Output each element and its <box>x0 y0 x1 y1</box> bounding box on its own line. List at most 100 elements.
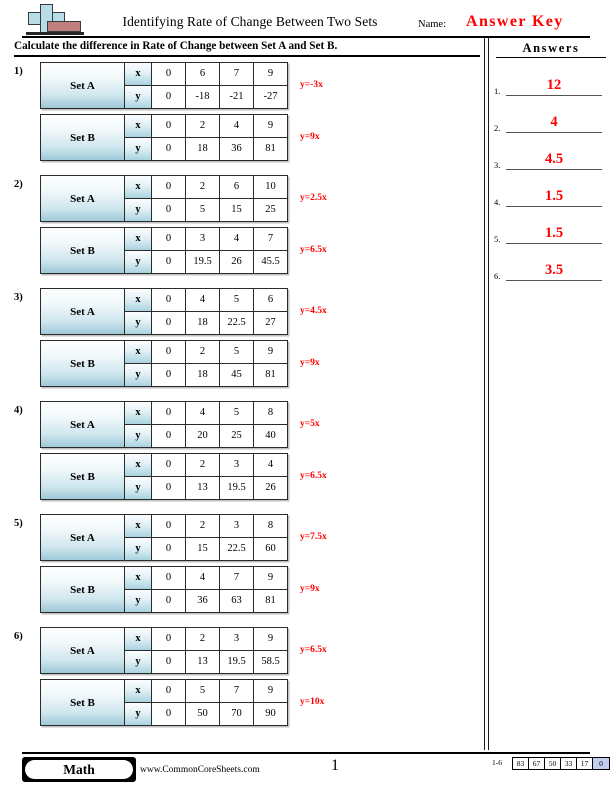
instruction-text: Calculate the difference in Rate of Chan… <box>14 40 338 52</box>
table-cell: 6 <box>254 289 287 311</box>
set-label: Set A <box>41 63 125 108</box>
table-cell: 36 <box>220 137 254 160</box>
set-rows: x 0 4 5 6 y 0 18 22.5 27 <box>125 289 287 334</box>
table-cell: 0 <box>152 289 186 311</box>
answer-number: 3. <box>494 160 501 170</box>
set-label: Set B <box>41 567 125 612</box>
table-cell: 0 <box>152 341 186 363</box>
table-cell: 4 <box>220 228 254 250</box>
rate-of-change-equation: y=9x <box>300 358 320 368</box>
set-label: Set B <box>41 341 125 386</box>
table-cell: 0 <box>152 228 186 250</box>
set-table: Set Bx 0 4 7 9 y 0 36 63 81 <box>40 566 288 613</box>
table-cell: 26 <box>220 250 254 273</box>
table-cell: 15 <box>220 198 254 221</box>
score-range-label: 1-6 <box>492 758 502 767</box>
score-cell: 17 <box>577 758 593 769</box>
table-row: x0479 <box>125 567 287 590</box>
set-rows: x 0 2 5 9 y 0 18 45 81 <box>125 341 287 386</box>
row-header-cell: x <box>125 228 152 250</box>
table-cell: 0 <box>152 628 186 650</box>
answer-row: 6. 3.5 <box>494 253 606 281</box>
answers-heading: Answers <box>496 41 606 58</box>
rate-of-change-equation: y=9x <box>300 132 320 142</box>
table-row: x0234 <box>125 454 287 477</box>
table-cell: 18 <box>186 311 220 334</box>
table-cell: -21 <box>220 85 254 108</box>
answer-row: 3. 4.5 <box>494 142 606 170</box>
row-header-cell: y <box>125 589 152 612</box>
row-header-cell: x <box>125 63 152 85</box>
table-row: y 0 15 22.5 60 <box>125 537 287 560</box>
table-cell: 3 <box>220 454 254 476</box>
table-cell: 6 <box>186 63 220 85</box>
row-header-cell: x <box>125 454 152 476</box>
table-cell: 18 <box>186 363 220 386</box>
score-cell: 33 <box>561 758 577 769</box>
table-row: x0679 <box>125 63 287 86</box>
table-cell: 5 <box>220 402 254 424</box>
page-number: 1 <box>331 757 339 774</box>
set-table: Set Bx 0 2 4 9 y 0 18 36 81 <box>40 114 288 161</box>
table-cell: 45.5 <box>254 250 287 273</box>
table-row: x0456 <box>125 289 287 312</box>
table-cell: 0 <box>152 702 186 725</box>
table-cell: 19.5 <box>220 476 254 499</box>
table-row: x 0 2 6 10 <box>125 176 287 199</box>
problem-item: 6) Set Ax 0 2 3 9 y 0 13 19.5 58.5 y=6.5x Set Bx0579… <box>14 627 474 727</box>
set-rows: x 0 2 6 10 y 0 5 15 25 <box>125 176 287 221</box>
header-divider <box>22 36 590 39</box>
problem-item: 5) Set Ax 0 2 3 8 y 0 15 22.5 60 y=7.5x Set Bx0479y0… <box>14 514 474 614</box>
set-table: Set Ax 0 2 3 9 y 0 13 19.5 58.5 <box>40 627 288 674</box>
table-cell: 40 <box>254 424 287 447</box>
set-rows: x 0 2 3 8 y 0 15 22.5 60 <box>125 515 287 560</box>
problem-item: 4) Set Ax 0 4 5 8 y 0 20 25 40 y=5x Set Bx 0 2 3 4 y 0 13 19… <box>14 401 474 501</box>
table-row: y 0 19.5 26 45.5 <box>125 250 287 273</box>
set-rows: x 0 4 5 8 y 0 20 25 40 <box>125 402 287 447</box>
row-header-cell: y <box>125 650 152 673</box>
answer-value: 3.5 <box>544 262 564 278</box>
table-cell: 2 <box>186 341 220 363</box>
row-header-cell: y <box>125 476 152 499</box>
row-header-cell: x <box>125 515 152 537</box>
table-cell: 7 <box>220 567 254 589</box>
set-label: Set A <box>41 176 125 221</box>
table-cell: 81 <box>254 137 287 160</box>
site-url[interactable]: www.CommonCoreSheets.com <box>140 765 260 775</box>
set-rows: x 0 6 7 9 y 0 -18 -21 -27 <box>125 63 287 108</box>
answer-row: 2. 4 <box>494 105 606 133</box>
table-cell: -27 <box>254 85 287 108</box>
row-header-cell: x <box>125 289 152 311</box>
answer-blank-line <box>506 169 602 170</box>
table-cell: 9 <box>254 115 287 137</box>
row-header-cell: x <box>125 567 152 589</box>
score-cell: 50 <box>545 758 561 769</box>
table-cell: 22.5 <box>220 537 254 560</box>
answer-value: 4 <box>550 114 558 130</box>
row-header-cell: y <box>125 537 152 560</box>
table-cell: 0 <box>152 63 186 85</box>
row-header-cell: x <box>125 341 152 363</box>
table-cell: 2 <box>186 515 220 537</box>
table-cell: 5 <box>220 289 254 311</box>
table-row: x0249 <box>125 115 287 138</box>
subject-badge-label: Math <box>25 760 133 779</box>
table-cell: 13 <box>186 650 220 673</box>
name-label: Name: <box>418 19 446 30</box>
table-cell: 4 <box>186 567 220 589</box>
logo-baseline <box>26 32 84 35</box>
problem-number: 3) <box>14 292 23 303</box>
table-row: x0458 <box>125 402 287 425</box>
table-cell: 26 <box>254 476 287 499</box>
table-cell: 0 <box>152 476 186 499</box>
table-row: y 0 20 25 40 <box>125 424 287 447</box>
answer-value: 12 <box>546 77 562 93</box>
set-rows: x 0 4 7 9 y 0 36 63 81 <box>125 567 287 612</box>
table-cell: 4 <box>186 289 220 311</box>
answer-key-stamp: Answer Key <box>466 13 564 30</box>
subject-badge: Math <box>22 757 136 782</box>
table-cell: 19.5 <box>220 650 254 673</box>
table-cell: 0 <box>152 176 186 198</box>
table-cell: 0 <box>152 137 186 160</box>
table-cell: -18 <box>186 85 220 108</box>
